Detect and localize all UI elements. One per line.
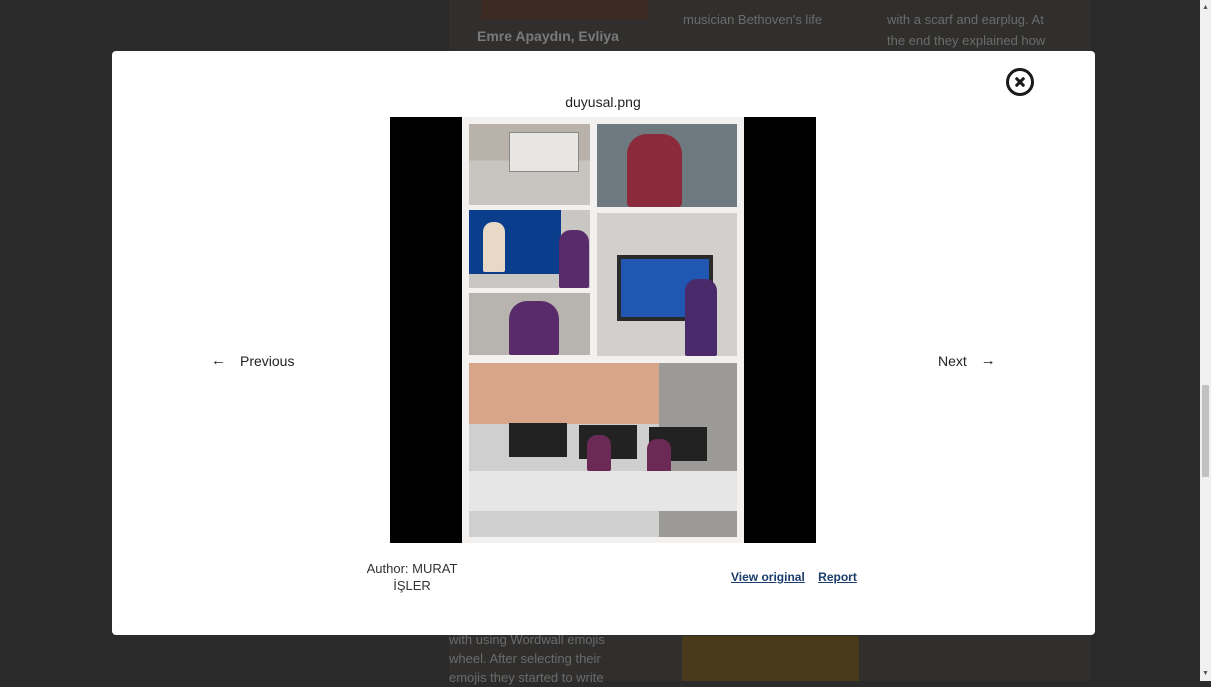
previous-button[interactable]: ← Previous — [211, 352, 294, 369]
next-label: Next — [938, 352, 967, 369]
collage-photo — [469, 210, 590, 288]
background-text: wheel. After selecting their — [449, 651, 601, 666]
image-file-name: duyusal.png — [565, 94, 641, 110]
image-viewer — [390, 117, 816, 543]
background-text: emojis they started to write — [449, 670, 604, 685]
collage-photo — [469, 363, 737, 537]
author-line: Author: MURAT — [366, 561, 458, 576]
collage-photo — [469, 293, 590, 355]
scroll-down-icon[interactable]: ▼ — [1200, 668, 1211, 679]
background-thumbnail — [682, 636, 859, 681]
next-button[interactable]: Next → — [938, 352, 996, 369]
close-icon[interactable] — [1006, 68, 1034, 96]
scroll-thumb[interactable] — [1202, 385, 1209, 477]
page-scrollbar[interactable]: ▲ ▼ — [1200, 0, 1211, 681]
collage-photo — [469, 124, 590, 205]
report-link[interactable]: Report — [818, 570, 857, 584]
view-original-link[interactable]: View original — [731, 570, 805, 584]
collage-photo — [597, 213, 737, 356]
collage-photo — [597, 124, 737, 207]
arrow-left-icon: ← — [211, 352, 226, 369]
image-actions: View original Report — [731, 570, 857, 584]
image-lightbox-modal: duyusal.png ← Previous Next → Author: MU… — [112, 51, 1095, 635]
previous-label: Previous — [240, 352, 295, 369]
background-text: musician Bethoven's life — [683, 12, 823, 27]
scroll-up-icon[interactable]: ▲ — [1200, 2, 1211, 13]
photo-collage-image — [462, 117, 744, 543]
background-text: with a scarf and earplug. At — [887, 12, 1044, 27]
arrow-right-icon: → — [980, 352, 996, 369]
author-line: İŞLER — [393, 578, 431, 593]
background-text: Emre Apaydın, Evliya — [477, 28, 619, 44]
background-thumbnail — [481, 0, 648, 20]
author-credit: Author: MURAT İŞLER — [362, 560, 462, 594]
background-text: the end they explained how — [887, 33, 1046, 48]
